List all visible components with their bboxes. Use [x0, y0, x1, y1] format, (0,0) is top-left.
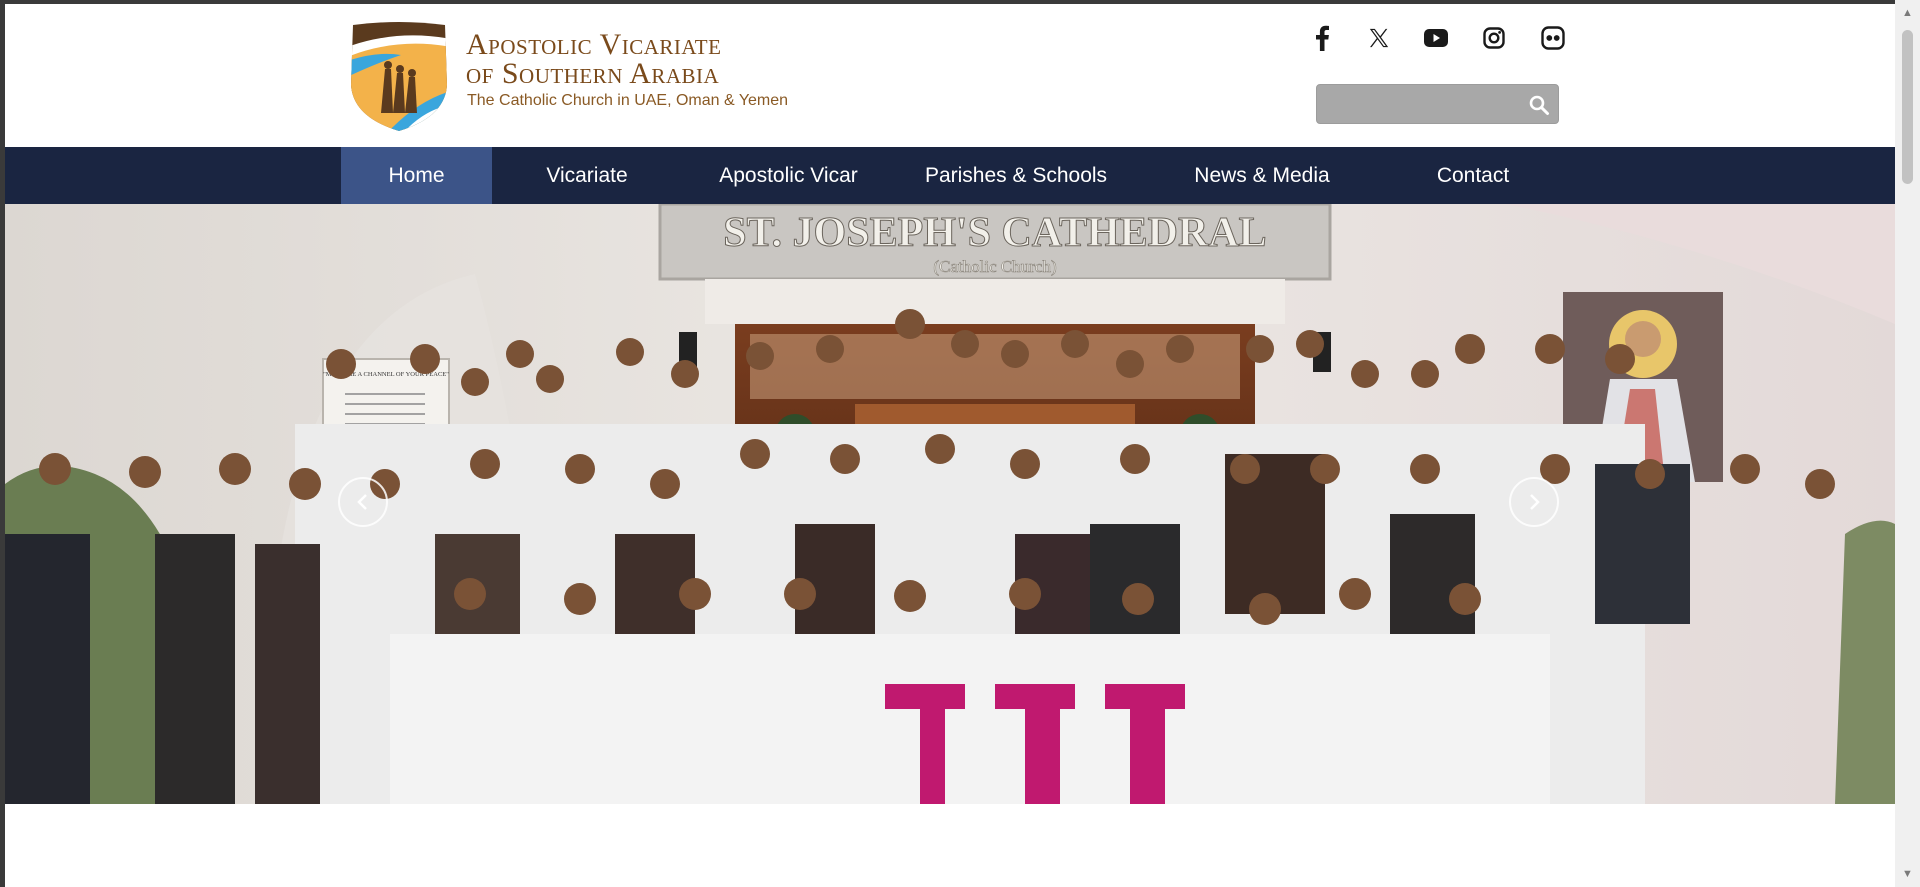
- search-input[interactable]: [1325, 89, 1519, 121]
- chevron-left-icon: [357, 494, 367, 510]
- scroll-up-icon[interactable]: ▲: [1895, 2, 1920, 24]
- flickr-link[interactable]: [1535, 20, 1571, 56]
- search-icon[interactable]: [1528, 94, 1550, 116]
- x-icon: [1369, 28, 1389, 48]
- scroll-down-icon[interactable]: ▼: [1895, 863, 1920, 885]
- chevron-right-icon: [1530, 494, 1540, 510]
- cathedral-sign-sub: (Catholic Church): [933, 257, 1056, 276]
- nav-item-home[interactable]: Home: [341, 147, 492, 204]
- cathedral-sign: ST. JOSEPH'S CATHEDRAL: [723, 210, 1266, 256]
- page: Apostolic Vicariate of Southern Arabia T…: [5, 4, 1895, 887]
- instagram-icon: [1483, 27, 1505, 49]
- nav-item-vicariate[interactable]: Vicariate: [492, 147, 682, 204]
- logo-title-line1: Apostolic Vicariate: [466, 28, 722, 61]
- main-nav: Home Vicariate Apostolic Vicar Parishes …: [5, 147, 1895, 204]
- logo-title-line2: of Southern Arabia: [466, 57, 720, 90]
- facebook-icon: [1316, 25, 1329, 51]
- slider-prev-button[interactable]: [338, 477, 388, 527]
- vicariate-logo-icon[interactable]: [347, 21, 451, 133]
- flickr-icon: [1541, 26, 1565, 50]
- facebook-link[interactable]: [1304, 20, 1340, 56]
- nav-item-contact[interactable]: Contact: [1387, 147, 1559, 204]
- youtube-link[interactable]: [1418, 20, 1454, 56]
- instagram-link[interactable]: [1476, 20, 1512, 56]
- slider-next-button[interactable]: [1509, 477, 1559, 527]
- logo-title[interactable]: Apostolic Vicariate of Southern Arabia: [466, 28, 722, 90]
- x-link[interactable]: [1361, 20, 1397, 56]
- scroll-thumb[interactable]: [1902, 30, 1913, 184]
- nav-item-news-media[interactable]: News & Media: [1137, 147, 1387, 204]
- search-box: [1316, 84, 1559, 124]
- hero-photo: ST. JOSEPH'S CATHEDRAL (Catholic Church)…: [5, 204, 1895, 804]
- nav-item-apostolic-vicar[interactable]: Apostolic Vicar: [682, 147, 895, 204]
- site-header: Apostolic Vicariate of Southern Arabia T…: [5, 4, 1895, 147]
- nav-item-parishes-schools[interactable]: Parishes & Schools: [895, 147, 1137, 204]
- logo-subtitle: The Catholic Church in UAE, Oman & Yemen: [467, 92, 789, 109]
- hero-slider: ST. JOSEPH'S CATHEDRAL (Catholic Church)…: [5, 204, 1895, 804]
- page-scrollbar[interactable]: ▲ ▼: [1895, 0, 1920, 887]
- youtube-icon: [1424, 29, 1448, 47]
